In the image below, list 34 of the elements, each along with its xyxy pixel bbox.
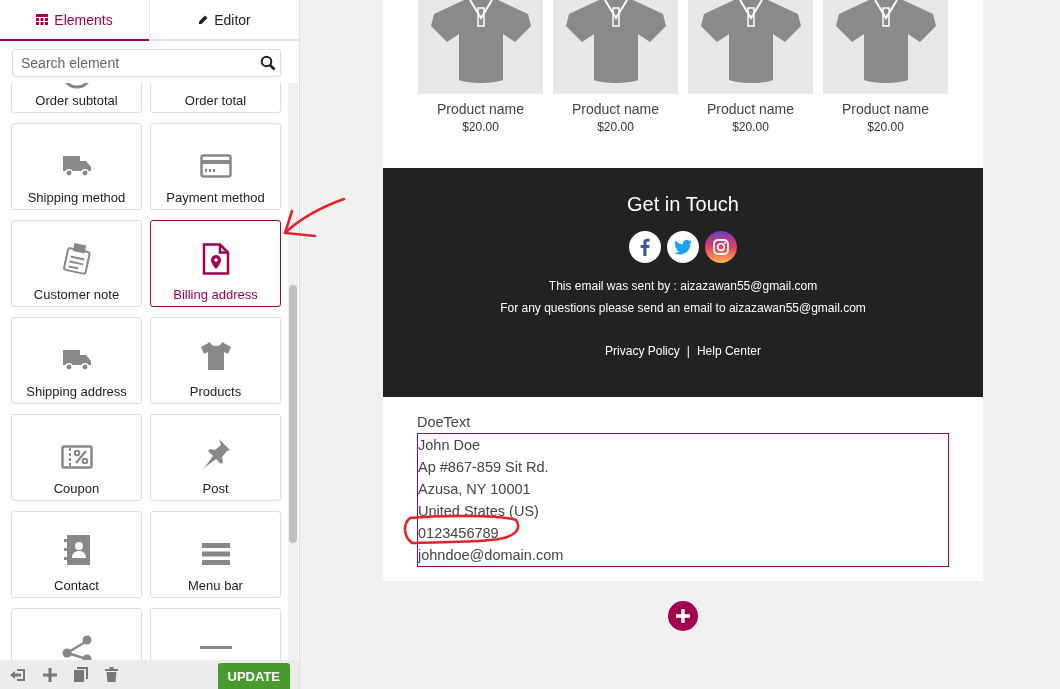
address-line: John Doe: [418, 436, 481, 455]
element-tile[interactable]: Menu bar: [150, 511, 281, 598]
element-tile[interactable]: Products: [150, 317, 281, 404]
address-line: johndoe@domain.com: [418, 546, 564, 565]
product-name: Product name: [571, 101, 660, 117]
element-tile[interactable]: Billing address: [150, 220, 281, 307]
footer-text: For any questions please send an email to aizazawan55@gmail.com: [500, 301, 866, 315]
product-price: $20.00: [867, 120, 904, 134]
product-name: Product name: [436, 101, 525, 117]
search-field[interactable]: Search element: [12, 49, 281, 77]
product-name: Product name: [706, 101, 795, 117]
address-line: Azusa, NY 10001: [418, 480, 531, 499]
product-price: $20.00: [732, 120, 769, 134]
element-tile[interactable]: Shipping address: [11, 317, 142, 404]
product-name: Product name: [841, 101, 930, 117]
element-tile[interactable]: Customer note: [11, 220, 142, 307]
sidebar-tab[interactable]: Editor: [149, 0, 299, 41]
address-line: 0123456789: [418, 524, 499, 543]
element-tile[interactable]: Coupon: [11, 414, 142, 501]
product-price: $20.00: [462, 120, 499, 134]
element-tile[interactable]: Payment method: [150, 123, 281, 210]
element-tile[interactable]: Shipping method: [11, 123, 142, 210]
element-tile[interactable]: Order subtotal: [11, 83, 142, 113]
footer-title: Get in Touch: [627, 193, 739, 216]
element-tile[interactable]: Contact: [11, 511, 142, 598]
address-heading: DoeText: [417, 414, 472, 430]
footer-link[interactable]: Privacy Policy: [605, 344, 680, 358]
link-separator: |: [686, 344, 690, 358]
element-tile[interactable]: Post: [150, 414, 281, 501]
element-tile[interactable]: Order total: [150, 83, 281, 113]
footer-link[interactable]: Help Center: [696, 344, 761, 358]
footer-text: This email was sent by : aizazawan55@gmail.com: [548, 279, 818, 293]
product-price: $20.00: [597, 120, 634, 134]
address-line: Ap #867-859 Sit Rd.: [418, 458, 549, 477]
